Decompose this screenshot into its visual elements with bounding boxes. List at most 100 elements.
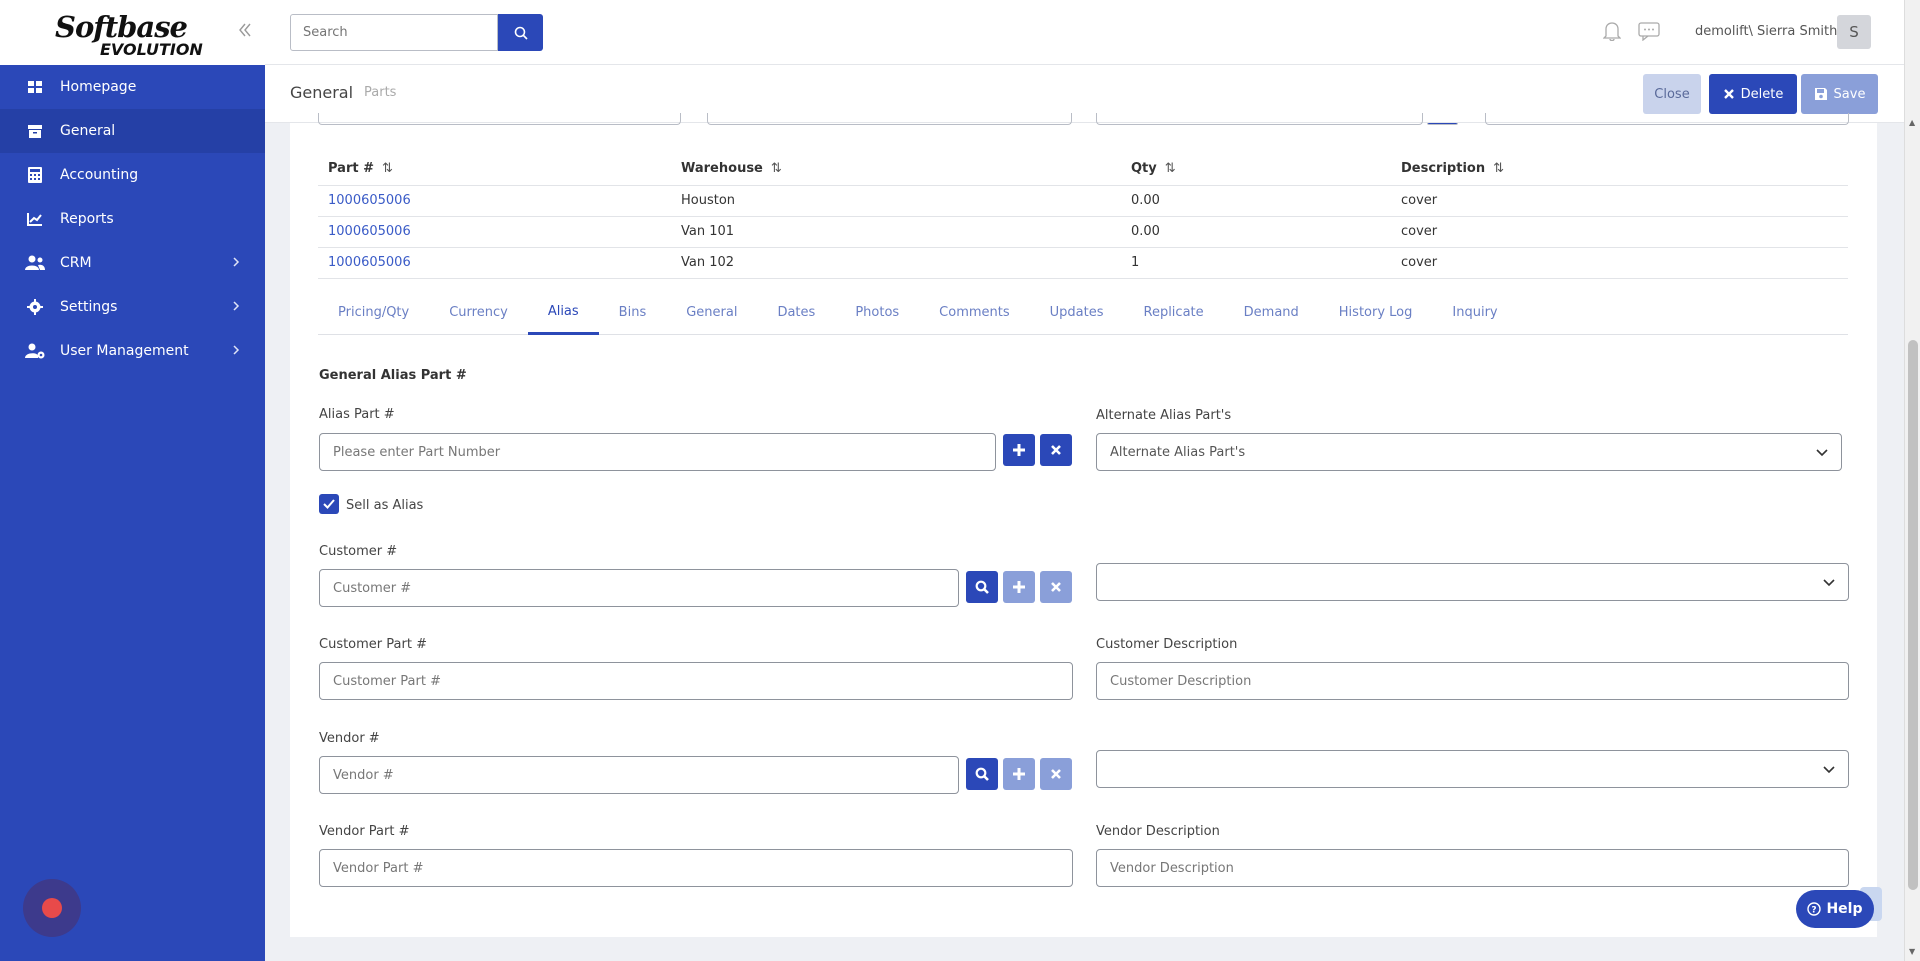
description-cell: cover xyxy=(1391,185,1848,217)
plus-icon xyxy=(1013,581,1025,593)
chevron-right-icon xyxy=(233,256,240,270)
search-vendor-button[interactable] xyxy=(966,758,998,790)
tab-alias[interactable]: Alias xyxy=(527,290,599,335)
customer-part-label: Customer Part # xyxy=(319,637,427,652)
scroll-up-icon[interactable]: ▲ xyxy=(1909,118,1915,127)
sidebar-item-label: CRM xyxy=(60,255,92,271)
tab-photos[interactable]: Photos xyxy=(835,290,919,335)
customer-part-input[interactable] xyxy=(319,662,1073,700)
tab-dates[interactable]: Dates xyxy=(757,290,835,335)
table-row[interactable]: 1000605006 Van 101 0.00 cover xyxy=(318,216,1848,248)
alias-part-input[interactable] xyxy=(319,433,996,471)
part-number-link[interactable]: 1000605006 xyxy=(318,216,671,248)
save-button[interactable]: Save xyxy=(1801,74,1878,114)
logo[interactable]: Softbase EVOLUTION xyxy=(0,0,265,65)
qty-cell: 0.00 xyxy=(1121,216,1391,248)
help-button[interactable]: ? Help xyxy=(1796,890,1874,928)
clipped-input[interactable] xyxy=(1096,113,1423,125)
save-button-label: Save xyxy=(1833,86,1866,102)
svg-text:?: ? xyxy=(1812,906,1817,916)
tab-inquiry[interactable]: Inquiry xyxy=(1432,290,1517,335)
column-header-qty[interactable]: Qty ⇅ xyxy=(1121,153,1391,186)
page-subtitle: Parts xyxy=(364,85,397,100)
clipped-input[interactable] xyxy=(318,113,681,125)
page-title: General xyxy=(290,83,354,102)
customer-description-input[interactable] xyxy=(1096,662,1849,700)
close-button[interactable]: Close xyxy=(1643,74,1701,114)
part-number-link[interactable]: 1000605006 xyxy=(318,185,671,217)
sidebar-item-label: Reports xyxy=(60,211,114,227)
add-customer-button[interactable] xyxy=(1003,571,1035,603)
search-button[interactable] xyxy=(498,14,543,51)
table-row[interactable]: 1000605006 Houston 0.00 cover xyxy=(318,185,1848,217)
bell-icon[interactable] xyxy=(1602,21,1622,45)
customer-select[interactable] xyxy=(1096,563,1849,601)
collapse-sidebar-icon[interactable] xyxy=(238,22,252,43)
plus-icon xyxy=(1013,444,1025,456)
sidebar-item-general[interactable]: General xyxy=(0,109,265,153)
tab-pricing-qty[interactable]: Pricing/Qty xyxy=(318,290,429,335)
record-button[interactable] xyxy=(23,879,81,937)
alternate-alias-select[interactable]: Alternate Alias Part's xyxy=(1096,433,1842,471)
column-header-description[interactable]: Description ⇅ xyxy=(1391,153,1848,186)
vendor-select[interactable] xyxy=(1096,750,1849,788)
vertical-scrollbar[interactable]: ▲ ▼ xyxy=(1904,0,1920,961)
clear-alias-button[interactable] xyxy=(1040,434,1072,466)
customer-label: Customer # xyxy=(319,544,398,559)
clipped-input[interactable] xyxy=(1485,113,1849,125)
sell-as-alias-label[interactable]: Sell as Alias xyxy=(346,498,423,513)
clipped-input[interactable] xyxy=(707,113,1072,125)
customer-input[interactable] xyxy=(319,569,959,607)
record-dot-icon xyxy=(42,898,62,918)
tab-bins[interactable]: Bins xyxy=(599,290,667,335)
column-header-part[interactable]: Part # ⇅ xyxy=(318,153,671,186)
sidebar-item-settings[interactable]: Settings xyxy=(0,285,265,329)
avatar[interactable]: S xyxy=(1837,15,1871,49)
tab-comments[interactable]: Comments xyxy=(919,290,1029,335)
sort-icon[interactable]: ⇅ xyxy=(1493,161,1504,176)
part-detail-card: Part # ⇅ Warehouse ⇅ Qty ⇅ Description ⇅ 100… xyxy=(290,113,1877,937)
tab-currency[interactable]: Currency xyxy=(429,290,528,335)
sidebar-item-user-management[interactable]: User Management xyxy=(0,329,265,373)
add-vendor-button[interactable] xyxy=(1003,758,1035,790)
sort-icon[interactable]: ⇅ xyxy=(382,161,393,176)
vendor-description-input[interactable] xyxy=(1096,849,1849,887)
delete-button[interactable]: Delete xyxy=(1709,74,1797,114)
column-header-warehouse[interactable]: Warehouse ⇅ xyxy=(671,153,1121,186)
sidebar-item-label: Settings xyxy=(60,299,118,315)
tab-updates[interactable]: Updates xyxy=(1030,290,1124,335)
sell-as-alias-checkbox[interactable] xyxy=(319,494,339,514)
chat-icon[interactable] xyxy=(1638,21,1660,45)
scroll-down-icon[interactable]: ▼ xyxy=(1909,947,1915,956)
customer-description-label: Customer Description xyxy=(1096,637,1238,652)
sort-icon[interactable]: ⇅ xyxy=(1165,161,1176,176)
search-input[interactable] xyxy=(290,14,498,51)
tab-history-log[interactable]: History Log xyxy=(1319,290,1433,335)
tab-demand[interactable]: Demand xyxy=(1224,290,1319,335)
scrollbar-thumb[interactable] xyxy=(1908,340,1918,890)
sidebar-item-accounting[interactable]: Accounting xyxy=(0,153,265,197)
sort-icon[interactable]: ⇅ xyxy=(771,161,782,176)
chevron-down-icon xyxy=(1816,449,1828,457)
tab-replicate[interactable]: Replicate xyxy=(1124,290,1224,335)
parts-table: Part # ⇅ Warehouse ⇅ Qty ⇅ Description ⇅ 100… xyxy=(318,153,1848,279)
vendor-input[interactable] xyxy=(319,756,959,794)
sidebar-item-label: Homepage xyxy=(60,79,137,95)
alternate-alias-label: Alternate Alias Part's xyxy=(1096,408,1232,423)
tab-general[interactable]: General xyxy=(666,290,757,335)
sidebar-item-reports[interactable]: Reports xyxy=(0,197,265,241)
clear-vendor-button[interactable] xyxy=(1040,758,1072,790)
clipped-button[interactable] xyxy=(1427,123,1458,125)
vendor-part-input[interactable] xyxy=(319,849,1073,887)
search-customer-button[interactable] xyxy=(966,571,998,603)
add-alias-button[interactable] xyxy=(1003,434,1035,466)
table-row[interactable]: 1000605006 Van 102 1 cover xyxy=(318,247,1848,279)
clear-customer-button[interactable] xyxy=(1040,571,1072,603)
question-icon: ? xyxy=(1807,902,1822,916)
user-name[interactable]: demolift\ Sierra Smith xyxy=(1695,24,1837,39)
part-number-link[interactable]: 1000605006 xyxy=(318,247,671,279)
sidebar-item-crm[interactable]: CRM xyxy=(0,241,265,285)
sidebar-item-homepage[interactable]: Homepage xyxy=(0,65,265,109)
warehouse-cell: Van 101 xyxy=(671,216,1121,248)
users-icon xyxy=(25,254,45,272)
